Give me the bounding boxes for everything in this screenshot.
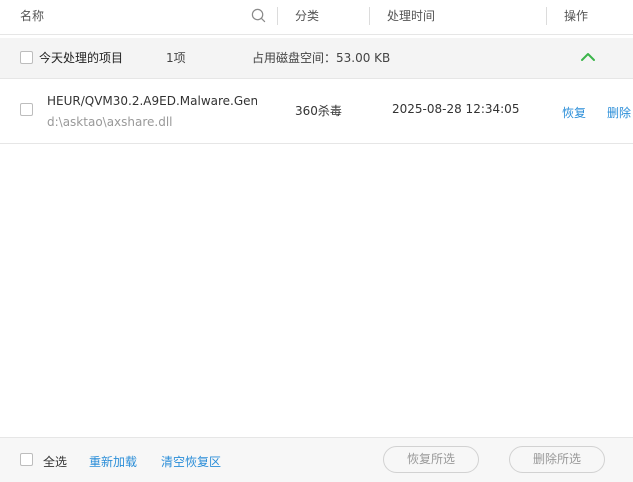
group-title: 今天处理的项目 xyxy=(39,51,124,65)
clear-restore-area-link[interactable]: 清空恢复区 xyxy=(161,453,221,470)
threat-category: 360杀毒 xyxy=(295,104,342,118)
column-header-name: 名称 xyxy=(20,9,45,23)
restore-selected-button[interactable]: 恢复所选 xyxy=(383,446,479,473)
file-path: d:\asktao\axshare.dll xyxy=(47,115,173,129)
delete-link[interactable]: 删除 xyxy=(607,104,631,121)
group-count: 1项 xyxy=(166,51,186,65)
select-all-label[interactable]: 全选 xyxy=(43,453,67,470)
restore-link[interactable]: 恢复 xyxy=(562,104,586,121)
column-header-action: 操作 xyxy=(564,9,589,23)
group-row-today: 今天处理的项目 1项 占用磁盘空间：53.00 KB xyxy=(0,38,633,79)
processed-time: 2025-08-28 12:34:05 xyxy=(392,102,520,116)
column-divider xyxy=(546,7,547,25)
table-row[interactable]: HEUR/QVM30.2.A9ED.Malware.Gen d:\asktao\… xyxy=(0,80,633,144)
chevron-up-icon[interactable] xyxy=(580,51,596,63)
group-disk-usage: 占用磁盘空间：53.00 KB xyxy=(252,51,391,65)
column-header-time: 处理时间 xyxy=(387,9,436,23)
delete-selected-button[interactable]: 删除所选 xyxy=(509,446,605,473)
column-divider xyxy=(277,7,278,25)
column-header-category: 分类 xyxy=(295,9,320,23)
search-icon[interactable] xyxy=(251,8,266,23)
table-header: 名称 分类 处理时间 操作 xyxy=(0,0,633,35)
reload-link[interactable]: 重新加载 xyxy=(89,453,137,470)
row-checkbox[interactable] xyxy=(20,103,33,116)
column-divider xyxy=(369,7,370,25)
threat-name: HEUR/QVM30.2.A9ED.Malware.Gen xyxy=(47,94,257,108)
group-checkbox[interactable] xyxy=(20,51,33,64)
footer-bar: 全选 重新加载 清空恢复区 恢复所选 删除所选 xyxy=(0,437,633,482)
select-all-checkbox[interactable] xyxy=(20,453,33,466)
